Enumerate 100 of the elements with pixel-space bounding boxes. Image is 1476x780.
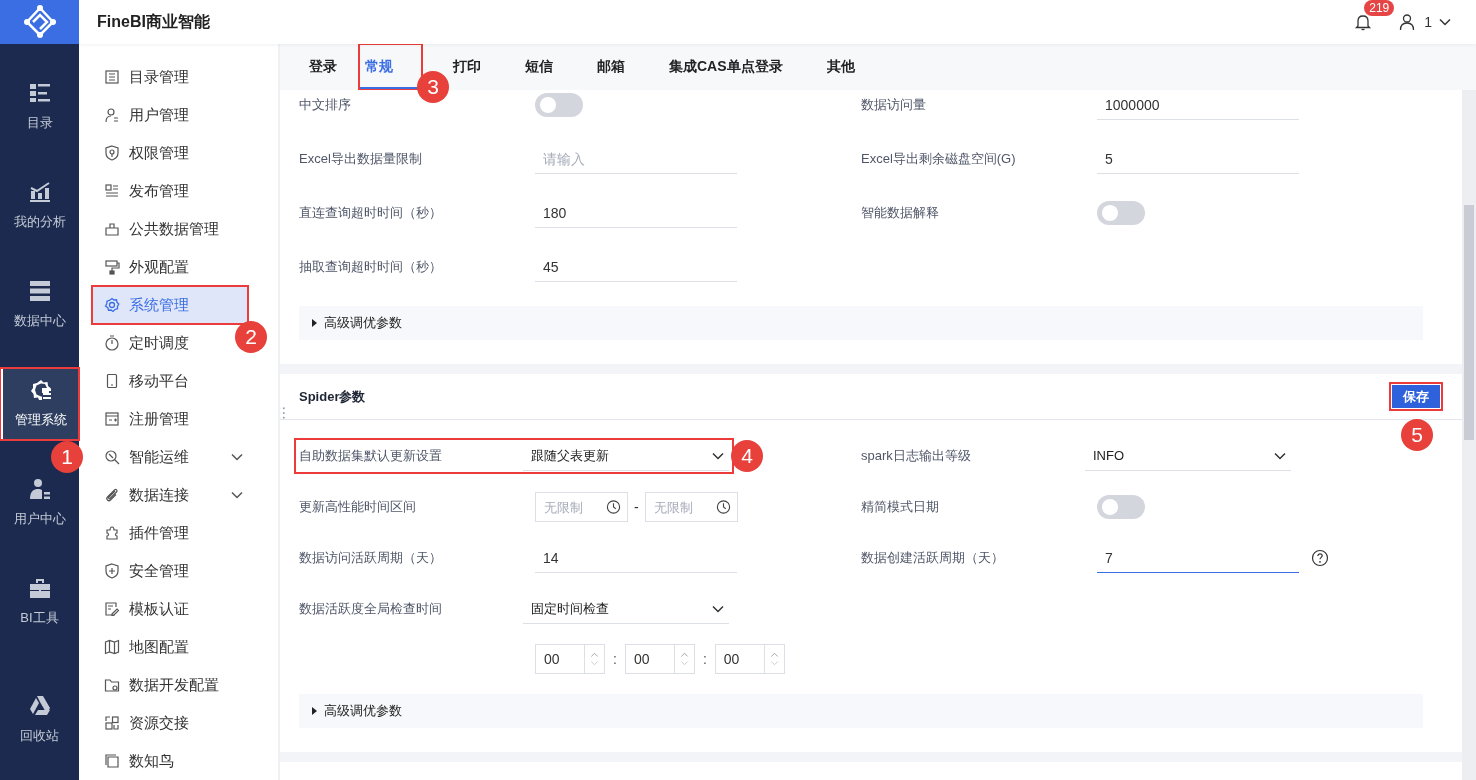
menu-item[interactable]: 注册管理 bbox=[92, 400, 193, 438]
menu-item[interactable]: 模板认证 bbox=[92, 590, 193, 628]
text-field[interactable]: 5 bbox=[1097, 144, 1299, 174]
clock-icon bbox=[606, 499, 621, 515]
grid-icon bbox=[104, 715, 120, 731]
text-field[interactable]: 45 bbox=[535, 252, 737, 282]
menu-item[interactable]: 数据开发配置 bbox=[92, 666, 223, 704]
user-icon bbox=[104, 107, 120, 123]
menu-item[interactable]: 数据连接 bbox=[92, 476, 248, 514]
caret-right-icon bbox=[311, 707, 319, 715]
tab[interactable]: 其他 bbox=[826, 44, 855, 90]
dropdown[interactable]: 固定时间检查 bbox=[523, 594, 729, 624]
folder-icon bbox=[104, 677, 120, 693]
brush-icon bbox=[104, 259, 120, 275]
notification-count: 219 bbox=[1364, 0, 1395, 16]
nav-item[interactable]: 目录 bbox=[0, 71, 79, 143]
dropdown[interactable]: 跟随父表更新 bbox=[523, 441, 729, 471]
dropdown[interactable]: INFO bbox=[1085, 441, 1291, 471]
tab[interactable]: 短信 bbox=[525, 44, 553, 90]
menu-item[interactable]: 安全管理 bbox=[92, 552, 193, 590]
step-number: 4 bbox=[731, 440, 763, 472]
tab[interactable]: 集成CAS单点登录 bbox=[669, 44, 783, 90]
field-label: Excel导出数据量限制 bbox=[299, 150, 423, 168]
field-label: 自助数据集默认更新设置 bbox=[299, 447, 443, 465]
number-spinner[interactable]: 00 bbox=[714, 644, 785, 674]
nav-item[interactable]: 我的分析 bbox=[0, 170, 79, 242]
menu-item[interactable]: 外观配置 bbox=[92, 248, 193, 286]
time-separator: : bbox=[613, 651, 617, 667]
menu-item[interactable]: 智能运维 bbox=[92, 438, 248, 476]
list-icon bbox=[104, 69, 120, 85]
menu-item[interactable]: 目录管理 bbox=[92, 58, 193, 96]
text-field[interactable]: 1000000 bbox=[1097, 90, 1299, 120]
search-icon bbox=[104, 449, 120, 465]
shield-icon bbox=[104, 563, 120, 579]
menu-item[interactable]: 数知鸟 bbox=[92, 742, 178, 780]
step-number: 1 bbox=[51, 441, 83, 473]
time-input[interactable]: 无限制 bbox=[651, 498, 716, 516]
advanced-settings-toggle[interactable]: 高级调优参数 bbox=[299, 306, 1423, 340]
gear-icon bbox=[30, 379, 52, 401]
save-button[interactable]: 保存 bbox=[1389, 382, 1443, 411]
time-picker[interactable]: 无限制 bbox=[644, 492, 738, 522]
field-label: 智能数据解释 bbox=[861, 204, 940, 222]
nav-item[interactable]: BI工具 bbox=[0, 566, 79, 638]
menu-item[interactable]: 地图配置 bbox=[92, 628, 193, 666]
register-icon bbox=[104, 411, 120, 427]
tab[interactable]: 登录 bbox=[309, 44, 337, 90]
tab[interactable]: 邮箱 bbox=[597, 44, 625, 90]
field-label: 更新高性能时间区间 bbox=[299, 498, 417, 516]
menu-item[interactable]: 发布管理 bbox=[92, 172, 193, 210]
text-field[interactable]: 7 bbox=[1097, 543, 1299, 573]
menu-item[interactable]: 系统管理 bbox=[92, 286, 248, 324]
menu-item[interactable]: 资源交接 bbox=[92, 704, 193, 742]
time-picker[interactable]: 无限制 bbox=[535, 492, 628, 522]
text-field[interactable]: 180 bbox=[535, 198, 737, 228]
text-field[interactable]: 请输入 bbox=[535, 144, 737, 174]
nav-label: 数据中心 bbox=[13, 312, 66, 330]
time-input[interactable]: 无限制 bbox=[542, 498, 606, 516]
toggle-switch[interactable] bbox=[1097, 201, 1145, 225]
menu-item[interactable]: 移动平台 bbox=[92, 362, 193, 400]
scrollbar[interactable] bbox=[1462, 90, 1476, 780]
menu-item[interactable]: 定时调度 bbox=[92, 324, 193, 362]
nav-item[interactable]: 回收站 bbox=[0, 684, 79, 756]
number-input[interactable]: 00 bbox=[625, 650, 674, 668]
nav-label: BI工具 bbox=[20, 609, 59, 627]
nav-label: 用户中心 bbox=[13, 510, 66, 528]
nav-label: 我的分析 bbox=[13, 213, 66, 231]
phone-icon bbox=[104, 373, 120, 389]
toggle-switch[interactable] bbox=[535, 93, 583, 117]
number-spinner[interactable]: 00 bbox=[535, 644, 605, 674]
logo-icon bbox=[21, 4, 58, 40]
nav-item[interactable]: 数据中心 bbox=[0, 269, 79, 341]
user-icon bbox=[28, 478, 51, 500]
paperclip-icon bbox=[104, 487, 120, 503]
database-icon bbox=[28, 280, 51, 302]
text-field[interactable]: 14 bbox=[535, 543, 737, 573]
user-icon bbox=[1398, 13, 1417, 31]
user-name[interactable]: 1 bbox=[1424, 14, 1432, 30]
field-label: 抽取查询超时时间（秒） bbox=[299, 258, 443, 276]
field-label: Excel导出剩余磁盘空间(G) bbox=[861, 150, 1017, 168]
range-separator: - bbox=[634, 499, 639, 515]
triangle-icon bbox=[28, 695, 51, 717]
field-label: 精简模式日期 bbox=[861, 498, 940, 516]
page-icon bbox=[104, 753, 120, 769]
menu-item[interactable]: 权限管理 bbox=[92, 134, 193, 172]
tab[interactable]: 打印 bbox=[453, 44, 481, 90]
menu-item[interactable]: 插件管理 bbox=[92, 514, 193, 552]
menu-item[interactable]: 用户管理 bbox=[92, 96, 193, 134]
toolbox-icon bbox=[28, 577, 51, 599]
timer-icon bbox=[104, 335, 120, 351]
menu-item[interactable]: 公共数据管理 bbox=[92, 210, 223, 248]
toggle-switch[interactable] bbox=[1097, 495, 1145, 519]
list-icon bbox=[28, 82, 51, 104]
document-icon bbox=[104, 601, 120, 617]
nav-label: 管理系统 bbox=[15, 411, 67, 429]
number-input[interactable]: 00 bbox=[536, 650, 584, 668]
advanced-settings-toggle[interactable]: 高级调优参数 bbox=[299, 694, 1423, 728]
number-spinner[interactable]: 00 bbox=[624, 644, 695, 674]
number-input[interactable]: 00 bbox=[715, 650, 764, 668]
step-number: 3 bbox=[417, 71, 449, 103]
nav-item[interactable]: 管理系统 bbox=[0, 368, 79, 440]
